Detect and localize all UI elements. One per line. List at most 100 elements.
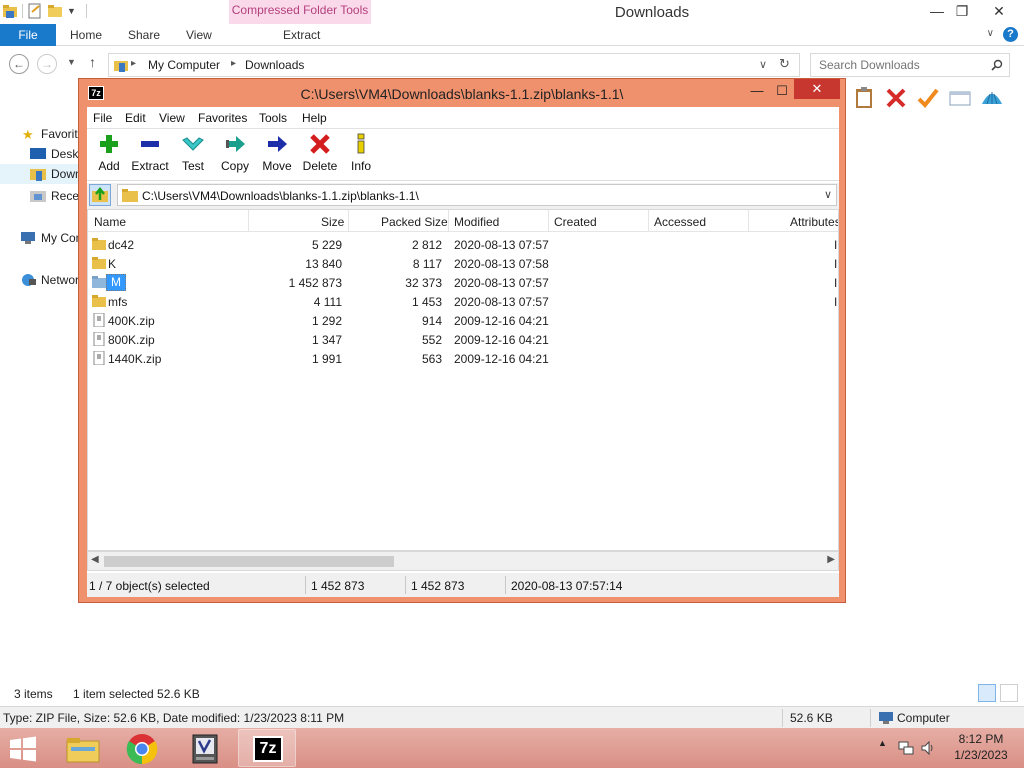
delete-x-icon[interactable] — [884, 86, 908, 110]
folder-icon — [92, 238, 106, 250]
help-icon[interactable]: ? — [1003, 27, 1018, 42]
column-divider[interactable] — [548, 210, 549, 232]
menu-tools[interactable]: Tools — [259, 111, 287, 125]
copy-button[interactable]: Copy — [213, 133, 257, 179]
search-box[interactable] — [810, 53, 1010, 77]
extract-button[interactable]: Extract — [127, 133, 173, 179]
menu-help[interactable]: Help — [302, 111, 327, 125]
breadcrumb-downloads[interactable]: Downloads — [245, 58, 304, 72]
column-name[interactable]: Name — [94, 215, 126, 229]
minus-icon — [141, 141, 159, 147]
breadcrumb-chevron[interactable]: ▸ — [231, 58, 236, 69]
column-divider[interactable] — [748, 210, 749, 232]
taskbar-clock[interactable]: 8:12 PM 1/23/2023 — [948, 731, 1014, 763]
details-divider — [870, 709, 871, 727]
scroll-left-arrow-icon[interactable]: ◀ — [91, 554, 99, 565]
table-row[interactable]: 800K.zip 1 347 552 2009-12-16 04:21 — [88, 330, 838, 349]
sevenzip-minimize-button[interactable]: — — [743, 81, 771, 101]
table-row[interactable]: 1440K.zip 1 991 563 2009-12-16 04:21 — [88, 349, 838, 368]
breadcrumb-computer[interactable]: My Computer — [148, 58, 220, 72]
folder-up-button[interactable] — [89, 184, 111, 206]
refresh-icon[interactable]: ↻ — [779, 56, 790, 72]
menu-view[interactable]: View — [159, 111, 185, 125]
shell-icon[interactable] — [980, 86, 1004, 110]
column-accessed[interactable]: Accessed — [654, 215, 706, 229]
window-icon[interactable] — [948, 86, 972, 110]
info-icon — [357, 133, 365, 154]
taskbar-file-explorer[interactable] — [54, 729, 112, 767]
nav-network[interactable]: Network — [0, 270, 80, 290]
tray-overflow-icon[interactable]: ▲ — [878, 738, 887, 748]
recent-locations-icon[interactable]: ▼ — [67, 57, 76, 67]
table-row-selected[interactable]: M 1 452 873 32 373 2020-08-13 07:57 I — [88, 273, 838, 292]
up-button[interactable]: ↑ — [89, 54, 96, 70]
add-button[interactable]: Add — [87, 133, 131, 179]
column-divider[interactable] — [348, 210, 349, 232]
scroll-right-arrow-icon[interactable]: ▶ — [827, 554, 835, 565]
sevenzip-file-list[interactable]: Name Size Packed Size Modified Created A… — [87, 209, 839, 551]
details-view-icon[interactable] — [978, 684, 996, 702]
nav-recent[interactable]: Recent places — [0, 186, 80, 206]
tab-extract[interactable]: Extract — [283, 24, 320, 46]
downloads-icon — [30, 169, 46, 181]
tab-home[interactable]: Home — [70, 24, 102, 46]
tab-view[interactable]: View — [186, 24, 212, 46]
menu-edit[interactable]: Edit — [125, 111, 146, 125]
table-row[interactable]: 400K.zip 1 292 914 2009-12-16 04:21 — [88, 311, 838, 330]
item-count: 3 items — [14, 687, 53, 701]
sevenzip-maximize-button[interactable]: ☐ — [768, 81, 796, 101]
column-divider[interactable] — [648, 210, 649, 232]
menu-file[interactable]: File — [93, 111, 112, 125]
taskbar-chrome[interactable] — [114, 729, 172, 767]
column-modified[interactable]: Modified — [454, 215, 499, 229]
test-button[interactable]: Test — [171, 133, 215, 179]
search-input[interactable] — [819, 55, 989, 75]
address-dropdown-icon[interactable]: ∨ — [759, 58, 767, 71]
ribbon-expand-icon[interactable]: ∨ — [987, 28, 994, 39]
nav-favorites[interactable]: ★ Favorites — [0, 124, 80, 144]
nav-computer[interactable]: My Computer — [0, 228, 80, 248]
column-divider[interactable] — [448, 210, 449, 232]
checkmark-icon[interactable] — [916, 86, 940, 110]
network-icon — [22, 274, 36, 286]
windows-start-icon[interactable] — [8, 736, 38, 762]
column-created[interactable]: Created — [554, 215, 597, 229]
search-icon[interactable] — [991, 59, 1003, 71]
path-dropdown-icon[interactable]: ∨ — [824, 188, 832, 201]
clipboard-icon[interactable] — [852, 86, 876, 110]
large-icons-view-icon[interactable] — [1000, 684, 1018, 702]
tab-file[interactable]: File — [0, 24, 56, 46]
recent-places-icon — [30, 191, 46, 202]
tab-share[interactable]: Share — [128, 24, 160, 46]
column-divider[interactable] — [248, 210, 249, 232]
address-bar[interactable]: ▸ My Computer ▸ Downloads ∨ ↻ — [108, 53, 800, 77]
column-packed-size[interactable]: Packed Size — [381, 215, 448, 229]
close-button[interactable]: ✕ — [984, 0, 1014, 22]
nav-downloads[interactable]: Downloads — [0, 164, 80, 184]
back-button[interactable]: ← — [9, 54, 29, 74]
taskbar-sevenzip[interactable]: 7z — [238, 729, 296, 767]
maximize-button[interactable]: ❐ — [947, 0, 977, 22]
network-tray-icon[interactable] — [898, 740, 914, 756]
sevenzip-window: 7z C:\Users\VM4\Downloads\blanks-1.1.zip… — [78, 78, 846, 603]
sevenzip-titlebar[interactable]: 7z C:\Users\VM4\Downloads\blanks-1.1.zip… — [79, 79, 845, 107]
info-button[interactable]: Info — [339, 133, 383, 179]
menu-favorites[interactable]: Favorites — [198, 111, 247, 125]
table-row[interactable]: K 13 840 8 117 2020-08-13 07:58 I — [88, 254, 838, 273]
nav-desktop[interactable]: Desktop — [0, 144, 80, 164]
delete-button[interactable]: Delete — [297, 133, 343, 179]
sevenzip-close-button[interactable]: ✕ — [794, 79, 840, 99]
table-row[interactable]: dc42 5 229 2 812 2020-08-13 07:57 I — [88, 235, 838, 254]
move-button[interactable]: Move — [255, 133, 299, 179]
column-attributes[interactable]: Attributes — [790, 215, 838, 229]
table-row[interactable]: mfs 4 111 1 453 2020-08-13 07:57 I — [88, 292, 838, 311]
taskbar-terminal-app[interactable] — [176, 729, 234, 767]
volume-icon[interactable] — [920, 740, 936, 756]
forward-button[interactable]: → — [37, 54, 57, 74]
scrollbar-thumb[interactable] — [104, 556, 394, 567]
details-divider — [782, 709, 783, 727]
sevenzip-path-combobox[interactable]: C:\Users\VM4\Downloads\blanks-1.1.zip\bl… — [117, 184, 837, 206]
horizontal-scrollbar[interactable]: ◀ ▶ — [87, 551, 839, 571]
breadcrumb-chevron[interactable]: ▸ — [131, 58, 136, 69]
column-size[interactable]: Size — [321, 215, 344, 229]
